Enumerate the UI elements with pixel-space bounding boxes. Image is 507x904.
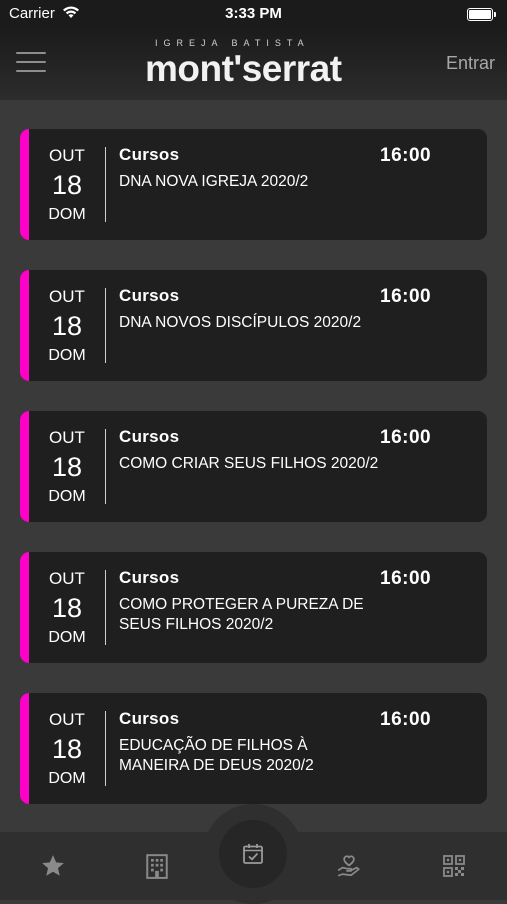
event-day: 18 [51,734,83,764]
logo-subtitle: IGREJA BATISTA [155,38,310,48]
event-category: Cursos [119,568,180,587]
building-icon [146,854,168,879]
event-month: OUT [49,428,85,447]
event-title: EDUCAÇÃO DE FILHOS À MANEIRA DE DEUS 202… [119,737,314,774]
tab-donations[interactable] [299,832,399,900]
event-category: Cursos [119,427,180,446]
card-accent-bar [20,693,29,804]
date-divider [105,147,106,222]
event-date: OUT 18 DOM [29,693,105,804]
app-header: IGREJA BATISTA mont'serrat Entrar [0,28,507,100]
date-divider [105,429,106,504]
event-time: 16:00 [380,145,432,166]
star-icon [42,855,64,876]
tab-church[interactable] [107,832,207,900]
qr-code-icon [443,855,465,877]
event-month: OUT [49,146,85,165]
calendar-check-icon [243,844,263,864]
event-time: 16:00 [380,709,432,730]
battery-icon [467,8,496,21]
event-card[interactable]: OUT 18 DOM Cursos 16:00 COMO CRIAR SEUS … [20,411,487,522]
event-weekday: DOM [48,629,86,646]
event-title: COMO PROTEGER A PUREZA DE SEUS FILHOS 20… [119,596,364,633]
event-date: OUT 18 DOM [29,411,105,522]
event-date: OUT 18 DOM [29,552,105,663]
status-time: 3:33 PM [225,5,282,22]
event-weekday: DOM [48,206,86,223]
event-month: OUT [49,287,85,306]
event-category: Cursos [119,286,180,305]
tab-favorites[interactable] [3,832,103,900]
event-weekday: DOM [48,347,86,364]
card-accent-bar [20,270,29,381]
event-weekday: DOM [48,488,86,505]
hand-heart-icon [337,855,360,877]
event-list: OUT 18 DOM Cursos 16:00 DNA NOVA IGREJA … [20,129,487,834]
card-accent-bar [20,552,29,663]
event-title: DNA NOVOS DISCÍPULOS 2020/2 [119,314,362,331]
date-divider [105,288,106,363]
logo: IGREJA BATISTA mont'serrat [145,38,350,90]
event-month: OUT [49,569,85,588]
event-time: 16:00 [380,568,432,589]
event-card[interactable]: OUT 18 DOM Cursos 16:00 EDUCAÇÃO DE FILH… [20,693,487,804]
card-accent-bar [20,411,29,522]
event-card[interactable]: OUT 18 DOM Cursos 16:00 COMO PROTEGER A … [20,552,487,663]
event-card[interactable]: OUT 18 DOM Cursos 16:00 DNA NOVA IGREJA … [20,129,487,240]
logo-wordmark: mont'serrat [145,48,342,89]
card-accent-bar [20,129,29,240]
event-time: 16:00 [380,427,432,448]
event-title: COMO CRIAR SEUS FILHOS 2020/2 [119,455,379,472]
event-month: OUT [49,710,85,729]
hamburger-menu-icon[interactable] [16,52,46,74]
date-divider [105,570,106,645]
event-time: 16:00 [380,286,432,307]
event-date: OUT 18 DOM [29,270,105,381]
event-date: OUT 18 DOM [29,129,105,240]
tab-agenda[interactable] [219,820,287,888]
event-title: DNA NOVA IGREJA 2020/2 [119,173,309,190]
tab-qrcode[interactable] [404,832,504,900]
date-divider [105,711,106,786]
bottom-nav [0,804,507,904]
event-day: 18 [51,311,83,341]
status-bar: Carrier 3:33 PM [0,0,507,28]
event-category: Cursos [119,145,180,164]
event-day: 18 [51,593,83,623]
event-weekday: DOM [48,770,86,787]
event-card[interactable]: OUT 18 DOM Cursos 16:00 DNA NOVOS DISCÍP… [20,270,487,381]
event-category: Cursos [119,709,180,728]
event-day: 18 [51,452,83,482]
login-button[interactable]: Entrar [446,53,495,74]
event-day: 18 [51,170,83,200]
